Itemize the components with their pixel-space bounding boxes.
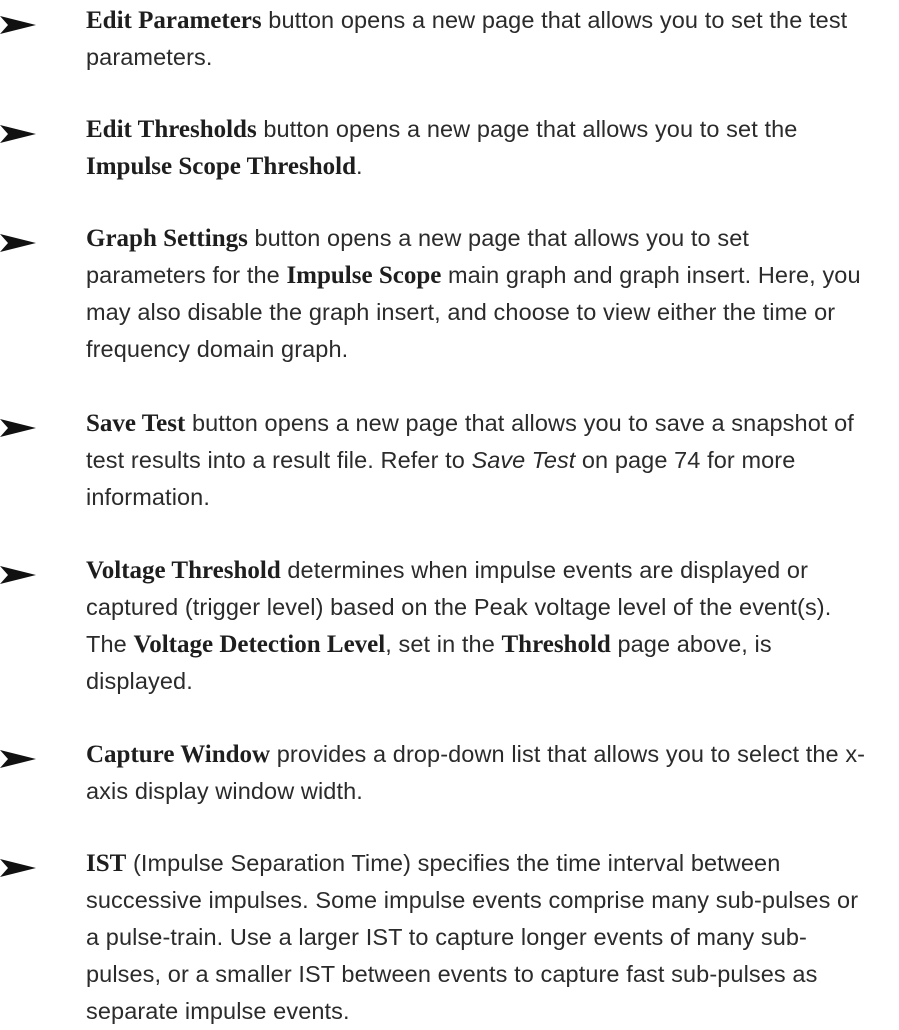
arrow-bullet-icon — [0, 419, 36, 437]
bullet-text: IST (Impulse Separation Time) specifies … — [86, 850, 859, 1024]
term: Edit Parameters — [86, 7, 262, 34]
term: Voltage Threshold — [86, 557, 281, 584]
term: Edit Thresholds — [86, 116, 257, 143]
bullet-text: Edit Thresholds button opens a new page … — [86, 116, 798, 180]
arrow-bullet-icon — [0, 566, 36, 584]
term: Save Test — [86, 410, 186, 437]
bullet-text: Edit Parameters button opens a new page … — [86, 7, 848, 70]
arrow-bullet-icon — [0, 16, 36, 34]
bullet-text: Voltage Threshold determines when impuls… — [86, 557, 832, 694]
arrow-bullet-icon — [0, 234, 36, 252]
bullet-text: Save Test button opens a new page that a… — [86, 410, 854, 510]
bullet-text: Graph Settings button opens a new page t… — [86, 225, 861, 362]
term: IST — [86, 850, 127, 877]
term: Capture Window — [86, 741, 271, 768]
arrow-bullet-icon — [0, 125, 36, 143]
term: Graph Settings — [86, 225, 248, 252]
cross-reference: Save Test — [471, 447, 576, 473]
arrow-bullet-icon — [0, 750, 36, 768]
bullet-text: Capture Window provides a drop-down list… — [86, 741, 866, 804]
arrow-bullet-icon — [0, 859, 36, 877]
